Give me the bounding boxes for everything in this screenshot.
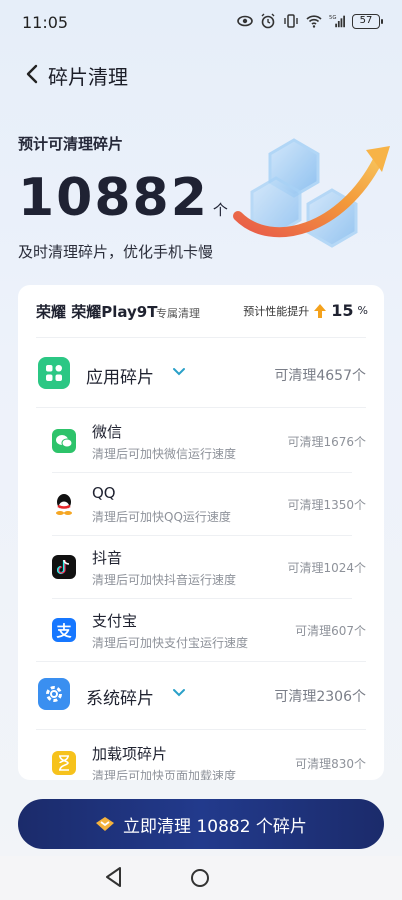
app-count: 可清理830个 bbox=[295, 757, 366, 771]
app-item-wechat[interactable]: 微信 清理后可加快微信运行速度 可清理1676个 bbox=[18, 409, 384, 472]
clean-now-label: 立即清理 10882 个碎片 bbox=[123, 816, 307, 837]
alarm-icon bbox=[261, 13, 275, 29]
cleanup-card: 荣耀 荣耀Play9T 专属清理 预计性能提升 15 % 应用碎片 可清理465… bbox=[18, 285, 384, 780]
divider bbox=[36, 337, 366, 338]
app-name: 抖音 bbox=[92, 549, 123, 567]
app-item-douyin[interactable]: 抖音 清理后可加快抖音运行速度 可清理1024个 bbox=[18, 535, 384, 598]
category-count: 可清理4657个 bbox=[274, 368, 366, 384]
diamond-chevron-icon bbox=[96, 817, 115, 831]
chevron-down-icon[interactable] bbox=[172, 688, 186, 698]
system-nav-bar bbox=[0, 856, 402, 900]
vibrate-icon bbox=[284, 14, 298, 28]
status-icons: 5G 57 bbox=[237, 13, 383, 29]
app-desc: 清理后可加快支付宝运行速度 bbox=[92, 636, 249, 650]
category-label: 应用碎片 bbox=[86, 368, 154, 388]
eye-icon bbox=[237, 15, 253, 27]
app-item-qq[interactable]: QQ 清理后可加快QQ运行速度 可清理1350个 bbox=[18, 472, 384, 535]
app-name: 微信 bbox=[92, 423, 123, 441]
card-header: 荣耀 荣耀Play9T 专属清理 预计性能提升 15 % bbox=[18, 285, 384, 337]
app-count: 可清理1676个 bbox=[287, 435, 366, 449]
app-name: QQ bbox=[92, 484, 116, 502]
arrow-up-icon bbox=[314, 303, 327, 318]
app-count: 可清理1024个 bbox=[287, 561, 366, 575]
app-name: 支付宝 bbox=[92, 612, 138, 630]
fragment-count: 10882 个 bbox=[18, 170, 228, 226]
app-item-alipay[interactable]: 支 支付宝 清理后可加快支付宝运行速度 可清理607个 bbox=[18, 598, 384, 661]
alipay-icon: 支 bbox=[52, 618, 76, 642]
chevron-left-icon bbox=[26, 64, 38, 84]
brand-note: 专属清理 bbox=[156, 307, 200, 320]
perf-unit: % bbox=[357, 304, 368, 317]
app-desc: 清理后可加快抖音运行速度 bbox=[92, 573, 237, 587]
app-count: 可清理1350个 bbox=[287, 498, 366, 512]
divider bbox=[36, 729, 366, 730]
settings-gear-icon bbox=[38, 678, 70, 710]
nav-home-icon[interactable] bbox=[190, 868, 210, 888]
app-name: 加载项碎片 bbox=[92, 745, 168, 763]
qq-icon bbox=[52, 492, 76, 516]
wechat-icon bbox=[52, 429, 76, 453]
page-title: 碎片清理 bbox=[48, 65, 128, 89]
app-desc: 清理后可加快微信运行速度 bbox=[92, 447, 237, 461]
page-header: 碎片清理 bbox=[0, 52, 402, 96]
category-app-fragments[interactable]: 应用碎片 可清理4657个 bbox=[18, 347, 384, 403]
performance-gain: 预计性能提升 15 % bbox=[243, 301, 368, 320]
estimate-label: 预计可清理碎片 bbox=[18, 135, 124, 153]
status-bar: 11:05 5G 57 bbox=[0, 0, 402, 44]
hero-subtitle: 及时清理碎片，优化手机卡慢 bbox=[18, 243, 214, 261]
divider bbox=[36, 661, 366, 662]
app-desc: 清理后可加快QQ运行速度 bbox=[92, 510, 231, 524]
5g-signal-icon: 5G bbox=[329, 15, 345, 28]
category-system-fragments[interactable]: 系统碎片 可清理2306个 bbox=[18, 668, 384, 724]
hourglass-icon bbox=[52, 751, 76, 775]
divider bbox=[36, 407, 366, 408]
perf-label: 预计性能提升 bbox=[243, 304, 310, 318]
app-item-addon-fragments[interactable]: 加载项碎片 清理后可加快页面加载速度 可清理830个 bbox=[18, 731, 384, 780]
fragment-count-number: 10882 bbox=[18, 168, 209, 228]
apps-grid-icon bbox=[38, 357, 70, 389]
fragment-count-unit: 个 bbox=[212, 201, 228, 219]
perf-value: 15 bbox=[331, 301, 354, 320]
douyin-icon bbox=[52, 555, 76, 579]
clean-now-button[interactable]: 立即清理 10882 个碎片 bbox=[18, 799, 384, 849]
svg-text:5G: 5G bbox=[329, 15, 337, 21]
status-time: 11:05 bbox=[22, 13, 69, 32]
battery-indicator: 57 bbox=[352, 13, 383, 29]
back-button[interactable] bbox=[18, 60, 46, 88]
wifi-icon bbox=[306, 15, 322, 28]
device-brand: 荣耀 荣耀Play9T bbox=[36, 303, 158, 321]
nav-back-icon[interactable] bbox=[104, 866, 124, 888]
app-desc: 清理后可加快页面加载速度 bbox=[92, 769, 237, 780]
category-label: 系统碎片 bbox=[86, 689, 154, 709]
chevron-down-icon[interactable] bbox=[172, 367, 186, 377]
hexagon-boost-illustration bbox=[233, 138, 390, 248]
app-count: 可清理607个 bbox=[295, 624, 366, 638]
category-count: 可清理2306个 bbox=[274, 689, 366, 705]
